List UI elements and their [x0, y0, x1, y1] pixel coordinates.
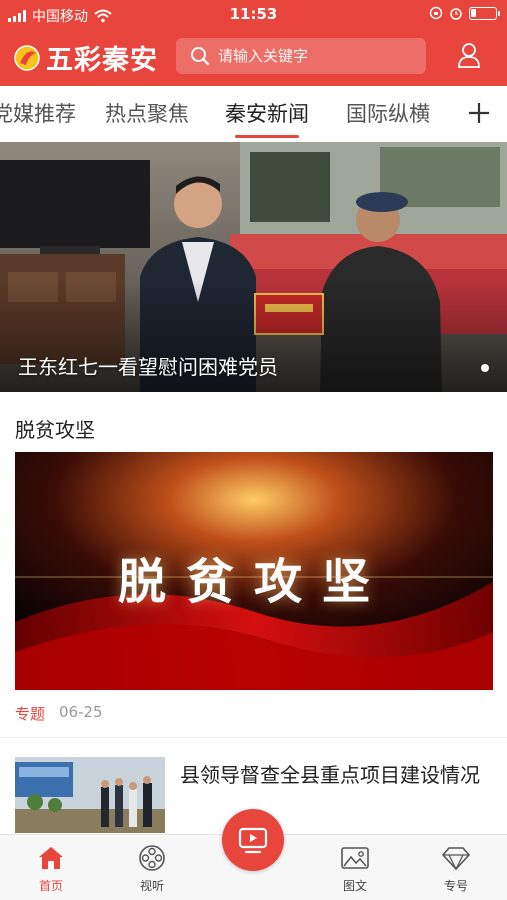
nav-home[interactable]: 首页	[21, 843, 81, 894]
hero-banner[interactable]: 王东红七一看望慰问困难党员	[0, 142, 507, 392]
nav-special-label: 专号	[443, 879, 468, 893]
feature-meta: 专题 06-25	[15, 703, 103, 724]
search-icon	[191, 47, 210, 66]
feature-title: 脱贫攻坚	[117, 554, 390, 610]
bottom-nav: 首页 视听 图文 专号	[0, 809, 507, 900]
image-icon	[341, 847, 369, 869]
section-title: 脱贫攻坚	[15, 418, 95, 442]
user-icon[interactable]	[457, 42, 481, 68]
divider	[0, 737, 507, 738]
nav-video-label: 视听	[139, 879, 164, 893]
film-reel-icon	[139, 845, 165, 871]
hero-caption: 王东红七一看望慰问困难党员	[18, 355, 278, 379]
add-tab-button[interactable]	[459, 93, 499, 133]
publish-date: 06-25	[59, 703, 103, 721]
nav-special[interactable]: 专号	[426, 843, 486, 894]
app-name: 五彩秦安	[46, 45, 158, 76]
logo-mark-icon	[14, 44, 40, 71]
feature-banner[interactable]: 脱贫攻坚	[15, 452, 493, 690]
tab-qinan-news[interactable]: 秦安新闻	[225, 98, 309, 138]
plus-icon	[469, 103, 489, 123]
nav-gallery[interactable]: 图文	[325, 843, 385, 894]
search-input[interactable]	[218, 47, 408, 65]
battery-icon	[469, 6, 500, 20]
search-box[interactable]	[176, 38, 426, 74]
article-thumbnail[interactable]	[15, 757, 165, 833]
article-title[interactable]: 县领导督查全县重点项目建设情况	[180, 758, 495, 792]
nav-video[interactable]: 视听	[122, 843, 182, 894]
tv-play-icon	[238, 827, 268, 854]
nav-home-label: 首页	[38, 879, 63, 893]
tab-international[interactable]: 国际纵横	[346, 98, 430, 128]
nav-gallery-label: 图文	[342, 879, 367, 893]
article-photo	[15, 757, 165, 833]
carousel-indicator	[481, 364, 489, 372]
topic-tag[interactable]: 专题	[15, 703, 45, 724]
tab-hot-focus[interactable]: 热点聚焦	[105, 98, 189, 128]
category-tabs: 党媒推荐 热点聚焦 秦安新闻 国际纵横	[0, 86, 507, 142]
tab-media-recommend[interactable]: 党媒推荐	[0, 98, 76, 128]
app-header: 中国移动 11:53 五彩秦安 请输入关键字	[0, 0, 507, 86]
home-icon	[39, 847, 63, 869]
status-bar: 中国移动 11:53	[0, 0, 507, 30]
app-logo: 五彩秦安	[12, 38, 158, 77]
app-bar: 五彩秦安	[0, 30, 507, 86]
diamond-icon	[441, 847, 471, 871]
alarm-icon	[450, 8, 462, 20]
play-center-button[interactable]	[222, 809, 284, 871]
rotation-lock-icon	[429, 6, 443, 20]
